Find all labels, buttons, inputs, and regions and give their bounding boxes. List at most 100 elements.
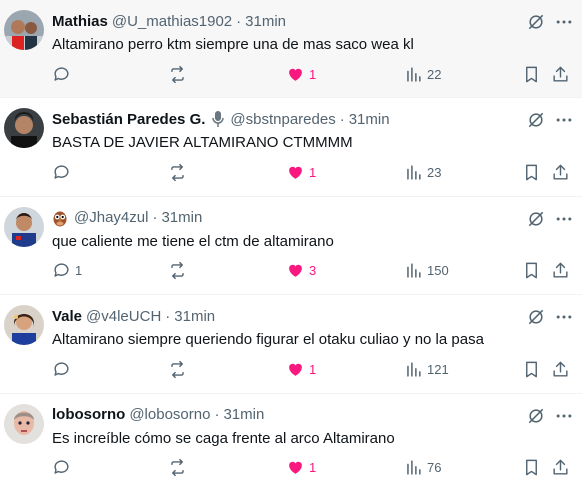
like-button[interactable]: 1 [286, 162, 316, 182]
retweet-icon [171, 360, 184, 378]
bookmark-icon [526, 262, 537, 279]
bookmark-button[interactable] [522, 458, 541, 478]
reply-icon [54, 66, 69, 81]
tweet[interactable]: Sebastián Paredes G. @sbstnparedes · 31m… [0, 98, 582, 197]
tweet[interactable]: Mathias @U_mathias1902 · 31min Altamiran… [0, 0, 582, 99]
user-handle[interactable]: @lobosorno [129, 406, 210, 423]
action-bar: 1 3 150 [52, 261, 582, 281]
share-button[interactable] [551, 261, 570, 281]
separator-dot: · [165, 307, 171, 325]
view-count: 76 [427, 460, 442, 476]
bookmark-icon [526, 459, 537, 476]
action-bar: 1 121 [52, 359, 582, 379]
share-button[interactable] [551, 359, 570, 379]
views-button[interactable]: 23 [404, 162, 441, 182]
retweet-button[interactable] [168, 359, 191, 379]
tweet[interactable]: lobosorno @lobosorno · 31min Es increíbl… [0, 393, 582, 492]
share-button[interactable] [551, 458, 570, 478]
reply-count: 1 [75, 263, 83, 279]
owl-emoji-icon [52, 209, 68, 227]
grok-icon[interactable] [526, 209, 546, 229]
timestamp[interactable]: 31min [245, 13, 286, 30]
more-icon[interactable] [554, 209, 574, 229]
reply-button[interactable] [52, 64, 75, 84]
retweet-button[interactable] [168, 458, 191, 478]
views-button[interactable]: 76 [404, 458, 441, 478]
like-button[interactable]: 3 [286, 261, 316, 281]
action-bar: 1 23 [52, 162, 582, 182]
display-name[interactable]: Sebastián Paredes G. [52, 111, 205, 128]
user-handle[interactable]: @v4leUCH [86, 308, 161, 325]
bookmark-button[interactable] [522, 64, 541, 84]
retweet-button[interactable] [168, 64, 191, 84]
timestamp[interactable]: 31min [174, 308, 215, 325]
display-name[interactable]: lobosorno [52, 406, 125, 423]
separator-dot: · [339, 110, 345, 128]
view-count: 121 [427, 361, 449, 377]
bookmark-icon [526, 66, 537, 82]
tweet[interactable]: @Jhay4zul · 31min que caliente me tiene … [0, 196, 582, 296]
avatar[interactable] [4, 10, 44, 50]
timestamp[interactable]: 31min [161, 209, 202, 226]
like-button[interactable]: 1 [286, 359, 316, 379]
user-handle[interactable]: @Jhay4zul [74, 209, 148, 226]
like-button[interactable]: 1 [286, 458, 316, 478]
heart-icon [289, 166, 302, 179]
like-count: 1 [309, 460, 317, 476]
reply-button[interactable] [52, 458, 75, 478]
bookmark-button[interactable] [522, 359, 541, 379]
user-handle[interactable]: @U_mathias1902 [112, 13, 232, 30]
views-button[interactable]: 150 [404, 261, 449, 281]
retweet-icon [171, 163, 184, 182]
retweet-icon [171, 65, 184, 83]
retweet-button[interactable] [168, 162, 191, 182]
timestamp[interactable]: 31min [349, 111, 390, 128]
retweet-button[interactable] [168, 261, 191, 281]
reply-button[interactable] [52, 162, 75, 182]
avatar[interactable] [4, 108, 44, 149]
grok-icon[interactable] [526, 307, 546, 327]
tweet-header: @Jhay4zul · 31min [52, 208, 512, 228]
more-icon[interactable] [554, 110, 574, 130]
more-icon[interactable] [554, 307, 574, 327]
views-icon [407, 165, 421, 180]
reply-icon [54, 165, 69, 179]
grok-icon[interactable] [526, 110, 546, 130]
share-button[interactable] [551, 64, 570, 84]
reply-button[interactable] [52, 359, 75, 379]
view-count: 22 [427, 66, 442, 82]
user-handle[interactable]: @sbstnparedes [230, 111, 335, 128]
like-button[interactable]: 1 [286, 64, 316, 84]
avatar[interactable] [4, 305, 44, 346]
avatar[interactable] [4, 403, 44, 444]
avatar[interactable] [4, 206, 44, 247]
like-count: 1 [309, 164, 317, 180]
grok-icon[interactable] [526, 406, 546, 426]
display-name[interactable]: Mathias [52, 13, 108, 30]
microphone-icon [210, 110, 226, 128]
share-button[interactable] [551, 162, 570, 182]
more-icon[interactable] [554, 12, 574, 32]
grok-icon[interactable] [526, 12, 546, 32]
bookmark-button[interactable] [522, 261, 541, 281]
views-button[interactable]: 22 [404, 64, 441, 84]
tweet[interactable]: Vale @v4leUCH · 31min Altamirano siempre… [0, 295, 582, 394]
heart-icon [289, 68, 302, 81]
separator-dot: · [214, 406, 220, 424]
tweet-text: Es increíble cómo se caga frente al arco… [52, 429, 395, 447]
views-button[interactable]: 121 [404, 359, 449, 379]
tweet-feed: Mathias @U_mathias1902 · 31min Altamiran… [0, 0, 582, 492]
display-name[interactable]: Vale [52, 308, 82, 325]
tweet-text: BASTA DE JAVIER ALTAMIRANO CTMMMM [52, 134, 353, 152]
timestamp[interactable]: 31min [223, 406, 264, 423]
bookmark-button[interactable] [522, 162, 541, 182]
action-bar: 1 22 [52, 64, 582, 84]
bookmark-icon [526, 361, 537, 378]
view-count: 23 [427, 164, 442, 180]
views-icon [407, 460, 421, 475]
more-icon[interactable] [554, 406, 574, 426]
share-icon [553, 262, 568, 278]
tweet-header: lobosorno @lobosorno · 31min [52, 405, 512, 425]
reply-icon [54, 362, 69, 376]
reply-button[interactable]: 1 [52, 261, 82, 281]
